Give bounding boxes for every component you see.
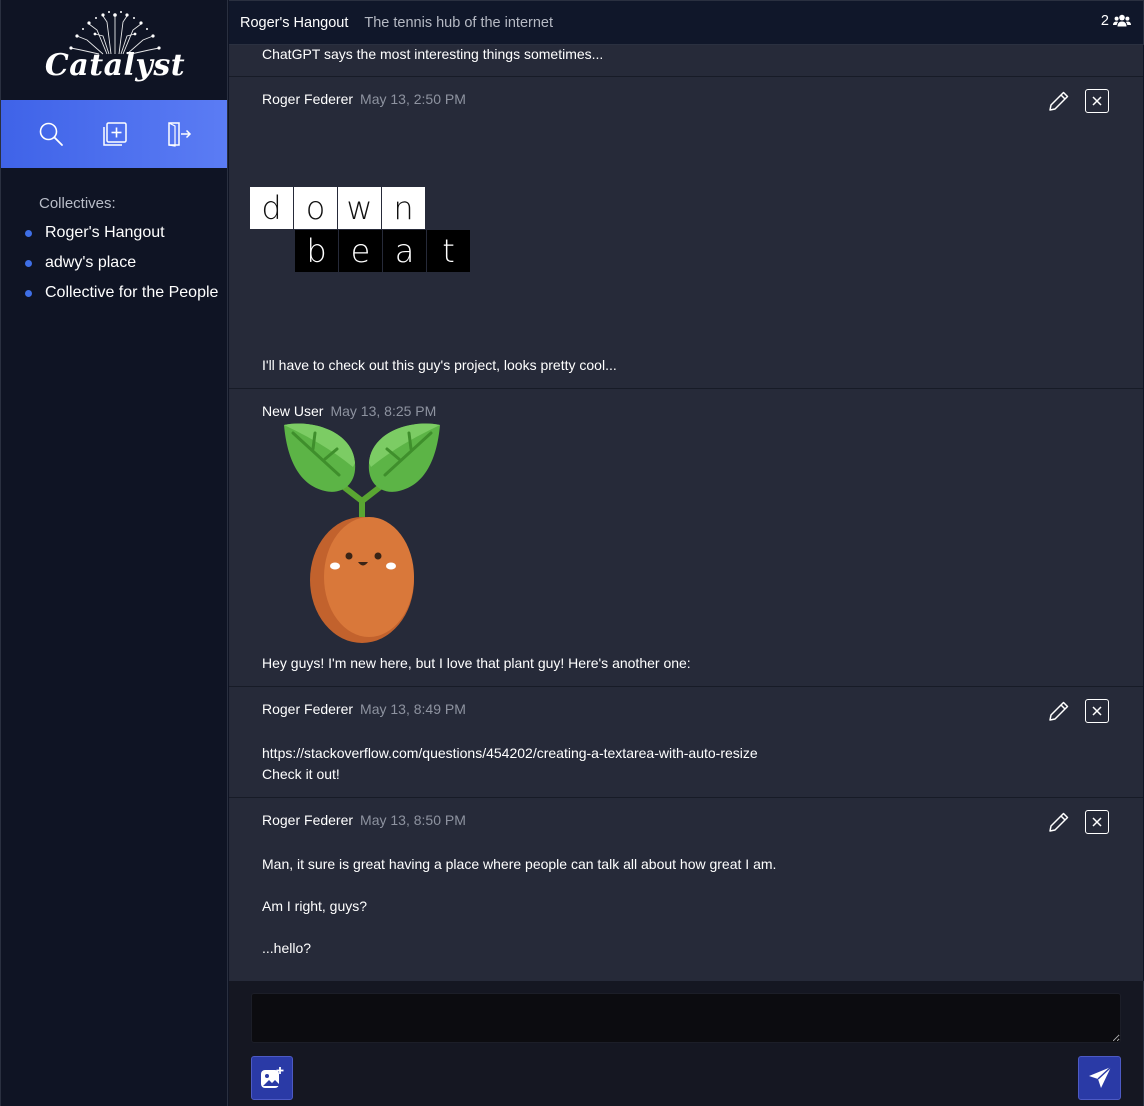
collective-item[interactable]: Roger's Hangout bbox=[1, 218, 227, 248]
logout-icon bbox=[168, 122, 192, 147]
close-icon bbox=[1092, 96, 1102, 106]
sidebar-toolbar bbox=[1, 100, 227, 168]
image-letter: a bbox=[383, 230, 426, 272]
collective-list: Roger's Hangout adwy's place Collective … bbox=[1, 218, 227, 308]
message-header: Roger Federer May 13, 8:49 PM bbox=[262, 701, 466, 717]
add-image-icon bbox=[261, 1067, 284, 1088]
message-author[interactable]: New User bbox=[262, 403, 323, 419]
edit-icon[interactable] bbox=[1047, 810, 1071, 834]
logout-button[interactable] bbox=[165, 120, 193, 148]
message-timestamp: May 13, 8:49 PM bbox=[360, 701, 466, 717]
edit-icon[interactable] bbox=[1047, 699, 1071, 723]
close-icon bbox=[1092, 706, 1102, 716]
message-header: Roger Federer May 13, 8:50 PM bbox=[262, 812, 466, 828]
delete-button[interactable] bbox=[1085, 89, 1109, 113]
plant-seed-sticker-image[interactable] bbox=[281, 419, 443, 643]
bullet-dot-icon bbox=[25, 229, 32, 237]
message-item: Roger Federer May 13, 8:50 PM Man, it su… bbox=[229, 798, 1143, 981]
collective-title: Roger's Hangout bbox=[240, 14, 349, 31]
image-letter: e bbox=[339, 230, 382, 272]
collectives-heading: Collectives: bbox=[39, 195, 116, 212]
close-icon bbox=[1092, 817, 1102, 827]
bullet-dot-icon bbox=[25, 259, 32, 267]
image-letter: t bbox=[427, 230, 470, 272]
users-icon bbox=[1113, 14, 1131, 27]
message-timestamp: May 13, 8:50 PM bbox=[360, 812, 466, 828]
collective-item[interactable]: Collective for the People bbox=[1, 278, 227, 308]
delete-button[interactable] bbox=[1085, 699, 1109, 723]
sidebar: Catalyst Collectives: Roger's Hangout ad… bbox=[0, 0, 228, 1106]
logo: Catalyst bbox=[1, 0, 227, 100]
message-text: Man, it sure is great having a place whe… bbox=[262, 856, 777, 956]
bullet-dot-icon bbox=[25, 289, 32, 297]
member-count: 2 bbox=[1100, 13, 1109, 29]
message-feed[interactable]: ChatGPT says the most interesting things… bbox=[229, 45, 1143, 981]
message-text: ChatGPT says the most interesting things… bbox=[262, 46, 604, 62]
image-letter: w bbox=[338, 187, 381, 229]
search-button[interactable] bbox=[37, 120, 65, 148]
message-item: Roger Federer May 13, 2:50 PM d o w n b … bbox=[229, 77, 1143, 389]
add-collective-icon bbox=[103, 122, 127, 146]
add-image-button[interactable] bbox=[251, 1056, 293, 1100]
collective-description: The tennis hub of the internet bbox=[364, 14, 554, 31]
message-composer bbox=[229, 981, 1144, 1106]
message-timestamp: May 13, 2:50 PM bbox=[360, 91, 466, 107]
app-window: Catalyst Collectives: Roger's Hangout ad… bbox=[0, 0, 1144, 1106]
collective-item[interactable]: adwy's place bbox=[1, 248, 227, 278]
members-button[interactable]: 2 bbox=[1101, 13, 1131, 29]
image-letter: o bbox=[294, 187, 337, 229]
edit-icon[interactable] bbox=[1047, 89, 1071, 113]
collective-name: adwy's place bbox=[45, 254, 137, 271]
send-icon bbox=[1088, 1066, 1112, 1088]
message-timestamp: May 13, 8:25 PM bbox=[330, 403, 437, 419]
collective-name: Collective for the People bbox=[45, 284, 219, 301]
logo-text: Catalyst bbox=[44, 48, 186, 83]
downbeat-image[interactable]: d o w n b e a t bbox=[250, 187, 472, 275]
message-header: New User May 13, 8:25 PM bbox=[262, 403, 436, 419]
send-button[interactable] bbox=[1078, 1056, 1121, 1100]
message-author[interactable]: Roger Federer bbox=[262, 701, 353, 717]
message-text: Hey guys! I'm new here, but I love that … bbox=[262, 655, 691, 671]
message-author[interactable]: Roger Federer bbox=[262, 91, 353, 107]
delete-button[interactable] bbox=[1085, 810, 1109, 834]
message-input[interactable] bbox=[251, 993, 1121, 1043]
message-item: Roger Federer May 13, 8:49 PM https://st… bbox=[229, 687, 1143, 798]
search-icon bbox=[39, 122, 63, 146]
collective-name: Roger's Hangout bbox=[45, 224, 165, 241]
message-text: I'll have to check out this guy's projec… bbox=[262, 357, 617, 373]
channel-header: Roger's Hangout The tennis hub of the in… bbox=[229, 0, 1144, 45]
message-text[interactable]: https://stackoverflow.com/questions/4542… bbox=[262, 743, 758, 785]
add-collective-button[interactable] bbox=[101, 120, 129, 148]
message-author[interactable]: Roger Federer bbox=[262, 812, 353, 828]
image-letter: n bbox=[382, 187, 425, 229]
image-letter: b bbox=[295, 230, 338, 272]
message-header: Roger Federer May 13, 2:50 PM bbox=[262, 91, 466, 107]
message-item: ChatGPT says the most interesting things… bbox=[229, 45, 1143, 77]
message-item: New User May 13, 8:25 PM Hey guys! I'm n… bbox=[229, 389, 1143, 687]
image-letter: d bbox=[250, 187, 293, 229]
